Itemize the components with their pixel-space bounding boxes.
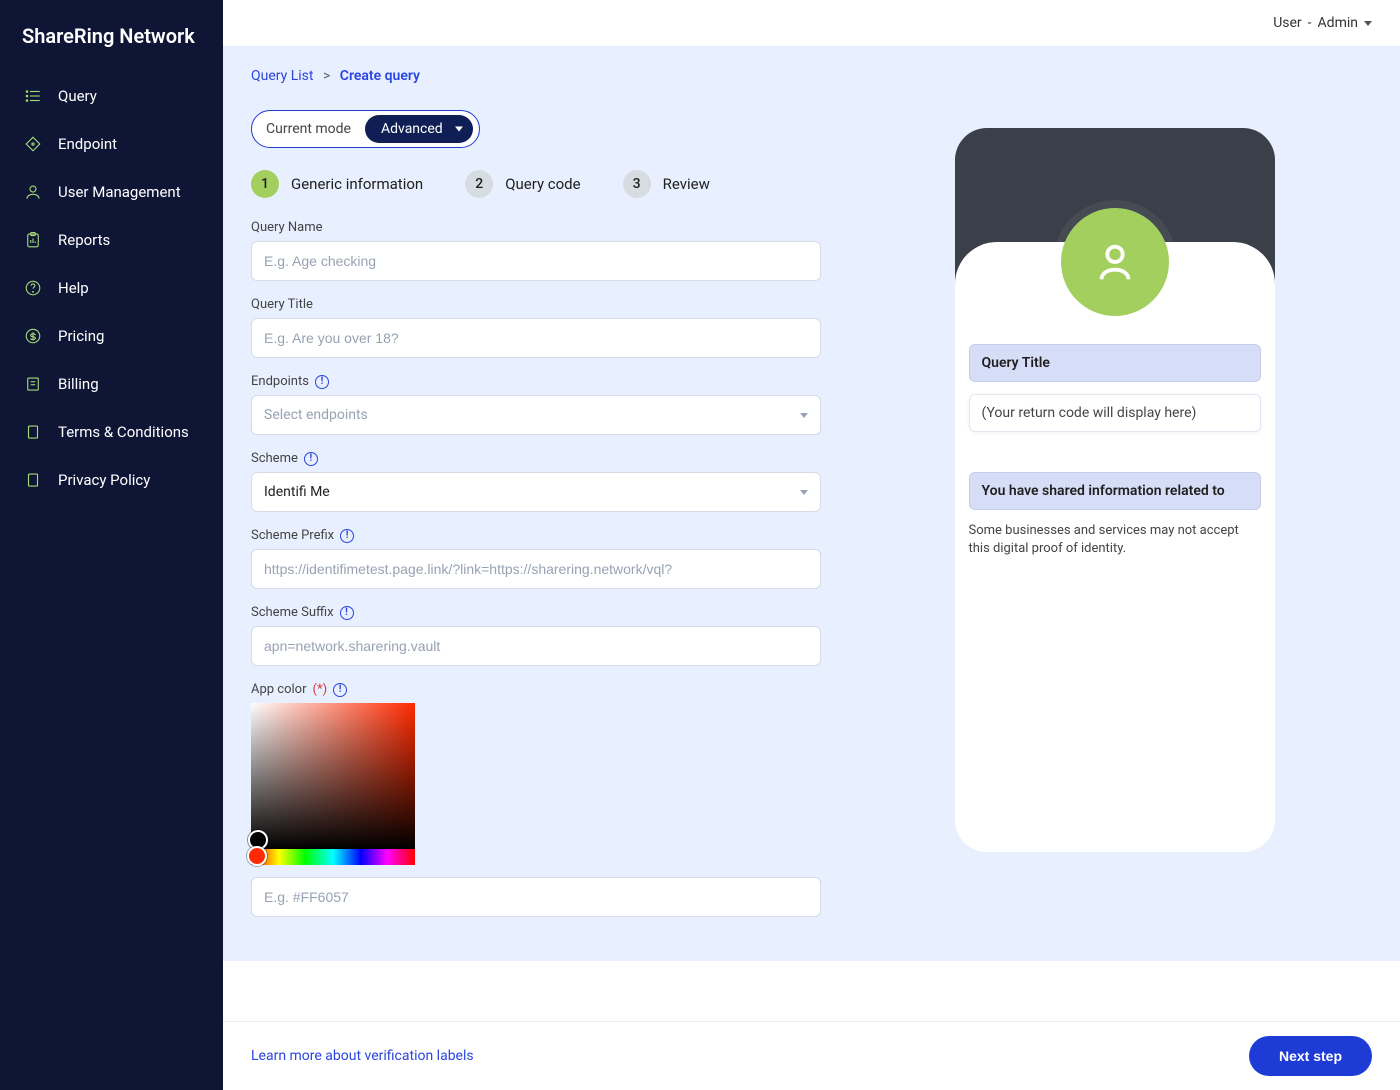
sidebar-item-endpoint[interactable]: Endpoint — [0, 120, 223, 168]
sidebar-item-reports[interactable]: Reports — [0, 216, 223, 264]
sidebar-item-label: Reports — [58, 231, 110, 249]
mode-label: Current mode — [266, 121, 351, 137]
endpoints-select[interactable]: Select endpoints — [251, 395, 821, 435]
sidebar-item-pricing[interactable]: Pricing — [0, 312, 223, 360]
step-review[interactable]: 3 Review — [623, 170, 710, 198]
scheme-prefix-label: Scheme Prefix — [251, 528, 334, 543]
receipt-icon — [24, 375, 42, 393]
footer: Learn more about verification labels Nex… — [223, 1021, 1400, 1090]
info-icon[interactable]: ! — [333, 683, 347, 697]
preview-disclaimer: Some businesses and services may not acc… — [969, 522, 1261, 558]
topbar: User - Admin — [223, 0, 1400, 46]
breadcrumb: Query List > Create query — [251, 68, 821, 84]
scheme-label: Scheme — [251, 451, 298, 466]
sidebar-item-label: Pricing — [58, 327, 104, 345]
step-label: Generic information — [291, 175, 423, 193]
sidebar-item-help[interactable]: Help — [0, 264, 223, 312]
query-title-label: Query Title — [251, 297, 821, 312]
user-icon — [24, 183, 42, 201]
learn-more-link[interactable]: Learn more about verification labels — [251, 1048, 474, 1064]
query-title-input[interactable] — [251, 318, 821, 358]
preview-return-band: (Your return code will display here) — [969, 394, 1261, 432]
sidebar-item-label: Endpoint — [58, 135, 117, 153]
breadcrumb-parent[interactable]: Query List — [251, 68, 314, 84]
main-area: User - Admin Query List > Create query C… — [223, 0, 1400, 1090]
chevron-down-icon[interactable] — [1364, 21, 1372, 26]
scheme-suffix-label: Scheme Suffix — [251, 605, 334, 620]
user-label: User — [1273, 15, 1301, 31]
step-label: Review — [663, 175, 710, 193]
chevron-down-icon — [800, 490, 808, 495]
chevron-down-icon — [455, 127, 463, 132]
step-query-code[interactable]: 2 Query code — [465, 170, 580, 198]
sidebar-item-label: Billing — [58, 375, 99, 393]
mode-value-pill[interactable]: Advanced — [365, 115, 473, 143]
sidebar: ShareRing Network Query Endpoint User Ma… — [0, 0, 223, 1090]
sidebar-item-query[interactable]: Query — [0, 72, 223, 120]
info-icon[interactable]: ! — [340, 606, 354, 620]
query-name-input[interactable] — [251, 241, 821, 281]
endpoints-placeholder: Select endpoints — [264, 407, 368, 423]
sidebar-item-billing[interactable]: Billing — [0, 360, 223, 408]
list-icon — [24, 87, 42, 105]
step-number: 1 — [251, 170, 279, 198]
user-sep: - — [1308, 15, 1312, 31]
scheme-suffix-input[interactable] — [251, 626, 821, 666]
sidebar-item-terms[interactable]: Terms & Conditions — [0, 408, 223, 456]
info-icon[interactable]: ! — [340, 529, 354, 543]
scheme-value: Identifi Me — [264, 484, 330, 500]
query-name-label: Query Name — [251, 220, 821, 235]
breadcrumb-current: Create query — [340, 68, 420, 84]
sidebar-item-label: Query — [58, 87, 97, 105]
sidebar-item-label: Terms & Conditions — [58, 423, 189, 441]
mode-selector[interactable]: Current mode Advanced — [251, 110, 480, 148]
endpoints-label: Endpoints — [251, 374, 309, 389]
stepper: 1 Generic information 2 Query code 3 Rev… — [251, 170, 821, 198]
target-icon — [24, 135, 42, 153]
sidebar-item-label: User Management — [58, 183, 181, 201]
phone-header — [955, 128, 1275, 284]
step-generic-info[interactable]: 1 Generic information — [251, 170, 423, 198]
phone-preview: Query Title (Your return code will displ… — [955, 128, 1275, 852]
brand-title: ShareRing Network — [0, 10, 223, 72]
scheme-prefix-input[interactable] — [251, 549, 821, 589]
clipboard-icon — [24, 231, 42, 249]
scheme-select[interactable]: Identifi Me — [251, 472, 821, 512]
sidebar-item-user-management[interactable]: User Management — [0, 168, 223, 216]
next-step-button[interactable]: Next step — [1249, 1036, 1372, 1076]
preview-title-band: Query Title — [969, 344, 1261, 382]
sidebar-item-label: Privacy Policy — [58, 471, 150, 489]
app-color-label: App color — [251, 682, 307, 697]
required-marker: (*) — [313, 682, 328, 697]
app-color-hex-input[interactable] — [251, 877, 821, 917]
preview-shared-band: You have shared information related to — [969, 472, 1261, 510]
step-number: 2 — [465, 170, 493, 198]
user-role[interactable]: Admin — [1318, 15, 1358, 31]
sidebar-item-label: Help — [58, 279, 89, 297]
chevron-down-icon — [800, 413, 808, 418]
mode-value: Advanced — [381, 121, 443, 137]
color-picker-hue-cursor[interactable] — [247, 846, 267, 866]
info-icon[interactable]: ! — [304, 452, 318, 466]
sidebar-item-privacy[interactable]: Privacy Policy — [0, 456, 223, 504]
document-icon — [24, 423, 42, 441]
dollar-icon — [24, 327, 42, 345]
color-picker-hue[interactable] — [251, 849, 415, 865]
document-icon — [24, 471, 42, 489]
breadcrumb-sep: > — [323, 68, 330, 84]
color-picker-saturation[interactable] — [251, 703, 415, 849]
step-number: 3 — [623, 170, 651, 198]
user-icon — [1092, 239, 1138, 285]
step-label: Query code — [505, 175, 580, 193]
info-icon[interactable]: ! — [315, 375, 329, 389]
help-icon — [24, 279, 42, 297]
